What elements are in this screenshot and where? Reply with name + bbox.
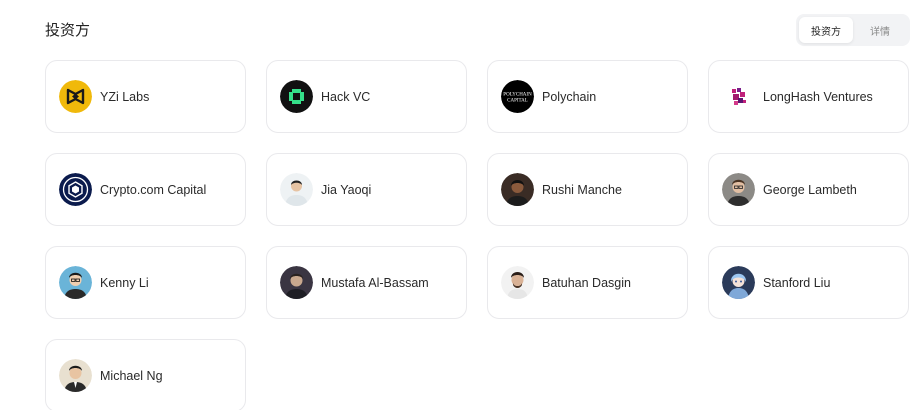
- investor-card[interactable]: Batuhan Dasgin: [487, 246, 688, 319]
- investor-name: Stanford Liu: [763, 275, 831, 290]
- person-photo-icon: [280, 266, 313, 299]
- view-toggle: 投资方 详情: [796, 14, 910, 46]
- investor-card[interactable]: Michael Ng: [45, 339, 246, 410]
- person-photo-icon: [501, 266, 534, 299]
- person-photo-icon: [59, 266, 92, 299]
- person-photo-icon: [722, 266, 755, 299]
- svg-text:CAPITAL: CAPITAL: [507, 99, 528, 104]
- crypto-com-logo-icon: [59, 173, 92, 206]
- investor-card[interactable]: Kenny Li: [45, 246, 246, 319]
- section-title: 投资方: [45, 21, 91, 39]
- svg-text:POLYCHAIN: POLYCHAIN: [503, 93, 532, 98]
- investor-name: Jia Yaoqi: [321, 182, 372, 197]
- investor-card[interactable]: Rushi Manche: [487, 153, 688, 226]
- investor-name: YZi Labs: [100, 89, 150, 104]
- investor-name: Michael Ng: [100, 368, 163, 383]
- tab-details[interactable]: 详情: [853, 17, 907, 43]
- investor-name: Batuhan Dasgin: [542, 275, 631, 290]
- investor-card[interactable]: Crypto.com Capital: [45, 153, 246, 226]
- investor-card[interactable]: Stanford Liu: [708, 246, 909, 319]
- investor-name: LongHash Ventures: [763, 89, 873, 104]
- investor-card[interactable]: Mustafa Al-Bassam: [266, 246, 467, 319]
- polychain-logo-icon: POLYCHAIN CAPITAL: [501, 80, 534, 113]
- investor-card[interactable]: POLYCHAIN CAPITAL Polychain: [487, 60, 688, 133]
- investor-card[interactable]: Hack VC: [266, 60, 467, 133]
- investor-grid: YZi Labs Hack VC POLYCHAIN CAPITAL Polyc…: [45, 60, 909, 410]
- investor-name: Kenny Li: [100, 275, 149, 290]
- investor-card[interactable]: YZi Labs: [45, 60, 246, 133]
- tab-investors[interactable]: 投资方: [799, 17, 853, 43]
- hack-vc-logo-icon: [280, 80, 313, 113]
- person-photo-icon: [722, 173, 755, 206]
- investor-name: Mustafa Al-Bassam: [321, 275, 429, 290]
- investor-name: Hack VC: [321, 89, 371, 104]
- person-photo-icon: [501, 173, 534, 206]
- investor-card[interactable]: Jia Yaoqi: [266, 153, 467, 226]
- longhash-logo-icon: [722, 80, 755, 113]
- person-photo-icon: [59, 359, 92, 392]
- investor-card[interactable]: George Lambeth: [708, 153, 909, 226]
- investor-name: Polychain: [542, 89, 597, 104]
- yzi-labs-logo-icon: [59, 80, 92, 113]
- investor-name: George Lambeth: [763, 182, 857, 197]
- person-photo-icon: [280, 173, 313, 206]
- investor-card[interactable]: LongHash Ventures: [708, 60, 909, 133]
- investor-name: Rushi Manche: [542, 182, 622, 197]
- investor-name: Crypto.com Capital: [100, 182, 207, 197]
